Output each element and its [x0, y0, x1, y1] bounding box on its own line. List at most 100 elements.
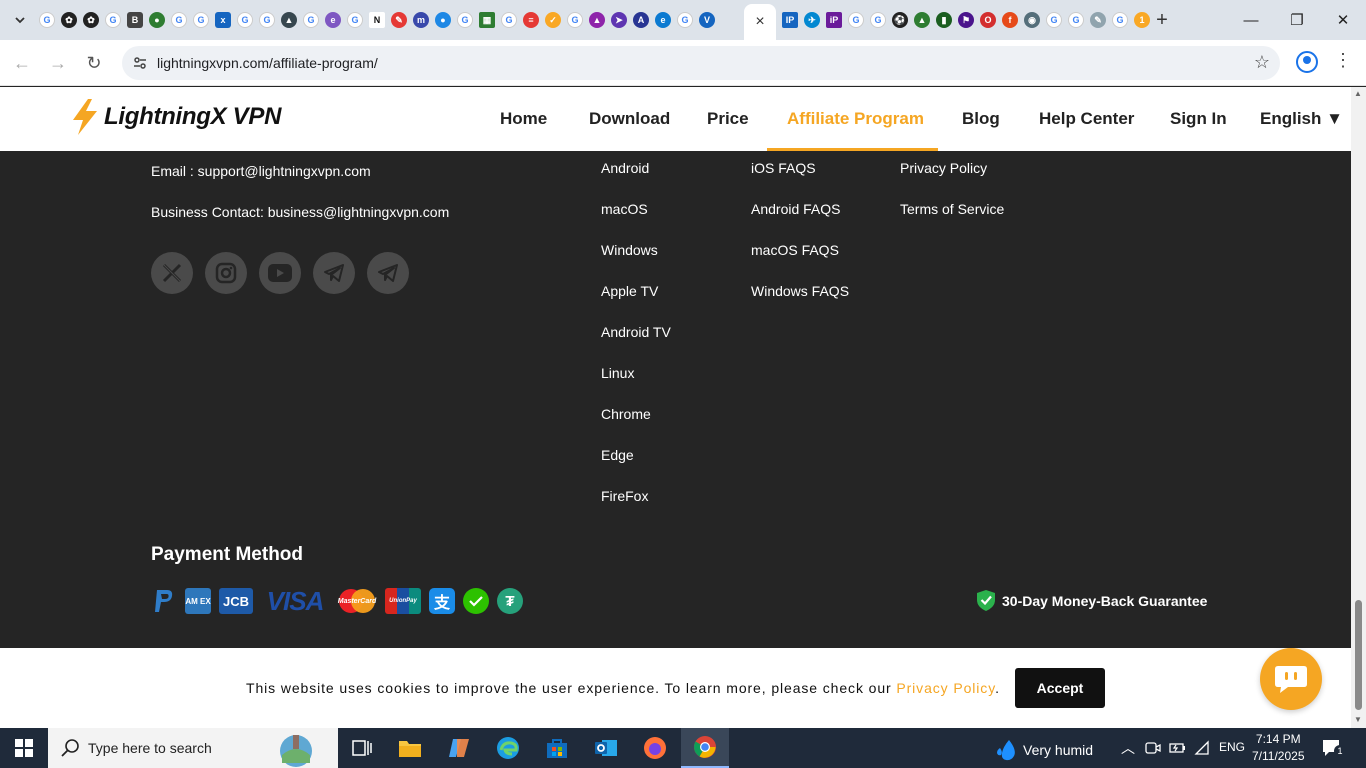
notification-center-button[interactable]: 1: [1322, 738, 1346, 763]
forward-button[interactable]: →: [46, 51, 70, 75]
copilot-button[interactable]: [435, 728, 483, 768]
page-scrollbar[interactable]: ▲ ▼: [1351, 87, 1366, 728]
footer-link-macos[interactable]: macOS: [601, 201, 648, 217]
tab-search-button[interactable]: [8, 8, 32, 32]
cookie-privacy-policy-link[interactable]: Privacy Policy: [896, 680, 995, 696]
meet-now-icon[interactable]: [1145, 740, 1161, 756]
tab-arrow-icon[interactable]: ➤: [608, 9, 630, 31]
close-window-button[interactable]: ✕: [1320, 0, 1366, 40]
tab-google-icon[interactable]: G: [1065, 9, 1087, 31]
tab-globe-icon[interactable]: ●: [146, 9, 168, 31]
url-text[interactable]: lightningxvpn.com/affiliate-program/: [157, 55, 378, 71]
chat-support-button[interactable]: [1260, 648, 1322, 710]
support-email[interactable]: Email : support@lightningxvpn.com: [151, 163, 371, 179]
tab-pen-icon[interactable]: ✎: [388, 9, 410, 31]
task-view-button[interactable]: [338, 728, 386, 768]
tab-google-icon[interactable]: G: [845, 9, 867, 31]
tab-list-icon[interactable]: ≡: [520, 9, 542, 31]
tab-ip-icon[interactable]: iP: [823, 9, 845, 31]
tab-m-icon[interactable]: m: [410, 9, 432, 31]
footer-link-android-tv[interactable]: Android TV: [601, 324, 671, 340]
footer-link-windows[interactable]: Windows: [601, 242, 658, 258]
file-explorer-button[interactable]: [386, 728, 434, 768]
microsoft-store-button[interactable]: [533, 728, 581, 768]
tab-google-icon[interactable]: G: [234, 9, 256, 31]
start-button[interactable]: [0, 728, 48, 768]
tab-google-icon[interactable]: G: [168, 9, 190, 31]
tab-ip-icon[interactable]: IP: [779, 9, 801, 31]
tab-b-icon[interactable]: B: [124, 9, 146, 31]
address-bar[interactable]: lightningxvpn.com/affiliate-program/ ☆: [122, 46, 1280, 80]
reload-button[interactable]: ↻: [82, 51, 106, 75]
tab-opera-icon[interactable]: O: [977, 9, 999, 31]
scroll-down-arrow-icon[interactable]: ▼: [1354, 715, 1362, 724]
firefox-button[interactable]: [631, 728, 679, 768]
minimize-button[interactable]: —: [1228, 0, 1274, 40]
profile-avatar-icon[interactable]: [1296, 51, 1318, 73]
tab-excel-icon[interactable]: x: [212, 9, 234, 31]
instagram-icon[interactable]: [205, 252, 247, 294]
nav-price[interactable]: Price: [707, 109, 749, 129]
chrome-button[interactable]: [681, 728, 729, 768]
nav-home[interactable]: Home: [500, 109, 547, 129]
taskbar-clock[interactable]: 7:14 PM 7/11/2025: [1252, 731, 1305, 765]
site-logo[interactable]: LightningX VPN: [70, 97, 281, 137]
footer-link-android[interactable]: Android: [601, 160, 649, 176]
footer-link-windows-faqs[interactable]: Windows FAQS: [751, 283, 849, 299]
tab-openai-icon[interactable]: ✿: [80, 9, 102, 31]
footer-link-linux[interactable]: Linux: [601, 365, 634, 381]
tab-google-icon[interactable]: G: [674, 9, 696, 31]
nav-download[interactable]: Download: [589, 109, 670, 129]
tab-edge-icon[interactable]: e: [652, 9, 674, 31]
active-tab[interactable]: ×: [744, 4, 776, 40]
tab-chart-icon[interactable]: ▲: [911, 9, 933, 31]
restore-button[interactable]: ❐: [1274, 0, 1320, 40]
accept-cookies-button[interactable]: Accept: [1015, 668, 1105, 708]
nav-help-center[interactable]: Help Center: [1039, 109, 1134, 129]
new-tab-button[interactable]: +: [1150, 8, 1174, 32]
tab-cap-icon[interactable]: ▲: [586, 9, 608, 31]
tab-google-icon[interactable]: G: [300, 9, 322, 31]
telegram-icon[interactable]: [313, 252, 355, 294]
tab-pill-icon[interactable]: ●: [432, 9, 454, 31]
site-settings-icon[interactable]: [130, 53, 150, 73]
tab-google-icon[interactable]: G: [1109, 9, 1131, 31]
tab-ball-icon[interactable]: ⚽: [889, 9, 911, 31]
footer-link-chrome[interactable]: Chrome: [601, 406, 651, 422]
nav-sign-in[interactable]: Sign In: [1170, 109, 1227, 129]
nav-affiliate-program[interactable]: Affiliate Program: [787, 109, 924, 129]
footer-link-terms-of-service[interactable]: Terms of Service: [900, 201, 1004, 217]
footer-link-ios-faqs[interactable]: iOS FAQS: [751, 160, 816, 176]
tab-google-icon[interactable]: G: [190, 9, 212, 31]
tab-google-icon[interactable]: G: [36, 9, 58, 31]
tab-openai-icon[interactable]: ✿: [58, 9, 80, 31]
footer-link-firefox[interactable]: FireFox: [601, 488, 648, 504]
tab-globe-icon[interactable]: ◉: [1021, 9, 1043, 31]
tab-bars-icon[interactable]: ▮: [933, 9, 955, 31]
language-selector[interactable]: English ▼: [1260, 109, 1343, 129]
weather-widget[interactable]: Very humid: [995, 738, 1093, 762]
tab-f-icon[interactable]: f: [999, 9, 1021, 31]
nav-blog[interactable]: Blog: [962, 109, 1000, 129]
edge-button[interactable]: [484, 728, 532, 768]
tab-sheets-icon[interactable]: ▦: [476, 9, 498, 31]
tab-vpn-icon[interactable]: V: [696, 9, 718, 31]
menu-kebab-icon[interactable]: ⋮: [1334, 50, 1352, 71]
telegram-icon[interactable]: [367, 252, 409, 294]
tab-google-icon[interactable]: G: [498, 9, 520, 31]
youtube-icon[interactable]: [259, 252, 301, 294]
tab-e-icon[interactable]: e: [322, 9, 344, 31]
taskbar-search[interactable]: Type here to search: [48, 728, 338, 768]
tab-pencil-icon[interactable]: ✎: [1087, 9, 1109, 31]
close-icon[interactable]: ×: [755, 13, 764, 31]
x-twitter-icon[interactable]: [151, 252, 193, 294]
tab-google-icon[interactable]: G: [564, 9, 586, 31]
tab-google-icon[interactable]: G: [454, 9, 476, 31]
tab-google-icon[interactable]: G: [867, 9, 889, 31]
back-button[interactable]: ←: [10, 51, 34, 75]
footer-link-edge[interactable]: Edge: [601, 447, 634, 463]
scrollbar-thumb[interactable]: [1355, 600, 1362, 710]
bookmark-star-icon[interactable]: ☆: [1254, 52, 1270, 73]
input-language[interactable]: ENG: [1219, 740, 1245, 754]
footer-link-privacy-policy[interactable]: Privacy Policy: [900, 160, 987, 176]
